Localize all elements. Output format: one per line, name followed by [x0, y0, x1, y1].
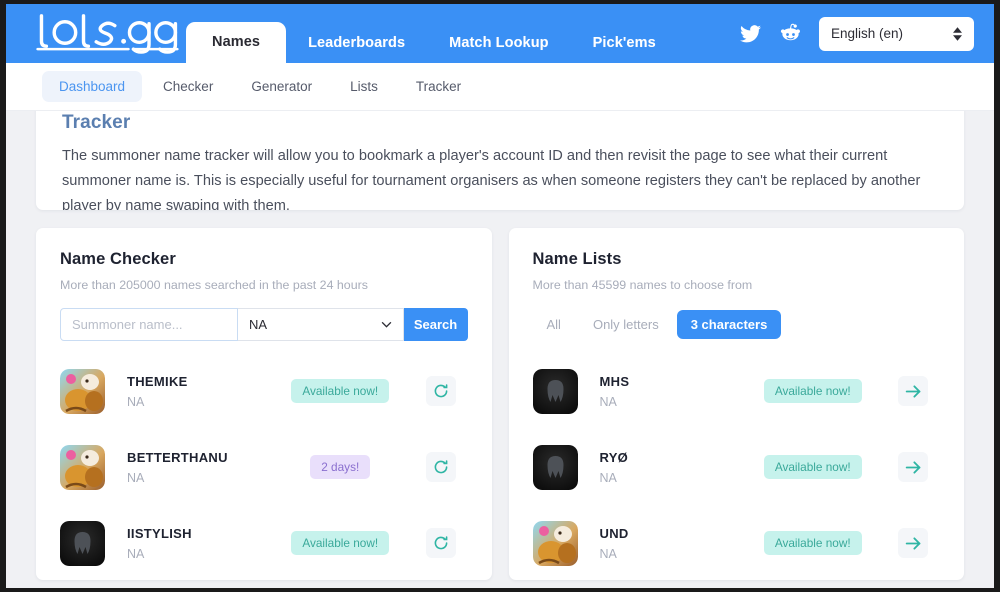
list-item[interactable]: MHS NA Available now!	[532, 353, 941, 429]
name-checker-title: Name Checker	[60, 250, 176, 268]
status-cell: 2 days!	[255, 455, 426, 479]
name-lists-subtitle: More than 45599 names to choose from	[532, 278, 753, 292]
table-row[interactable]: IISTYLISH NA Available now!	[60, 505, 468, 580]
name-checker-rows: THEMIKE NA Available now! BETTERTHANU NA…	[60, 353, 468, 580]
intro-description: The summoner name tracker will allow you…	[62, 148, 921, 210]
name-cell: THEMIKE NA	[127, 374, 255, 409]
region-select-value: NA	[249, 317, 268, 332]
summoner-name: MHS	[599, 373, 630, 389]
status-badge: Available now!	[291, 379, 390, 403]
filter-only-letters[interactable]: Only letters	[579, 310, 673, 339]
stepper-arrows-icon	[953, 26, 962, 41]
subnav-item-lists[interactable]: Lists	[333, 71, 395, 102]
status-badge: Available now!	[291, 531, 390, 555]
filter-all[interactable]: All	[533, 310, 575, 339]
region-label: NA	[127, 546, 145, 561]
language-select[interactable]: English (en)	[819, 16, 974, 51]
status-cell: Available now!	[255, 379, 426, 403]
search-button[interactable]: Search	[403, 308, 468, 341]
region-label: NA	[599, 470, 617, 485]
subnav-item-tracker[interactable]: Tracker	[399, 71, 478, 102]
browser-viewport: Names Leaderboards Match Lookup Pick'ems	[6, 4, 994, 588]
arrow-right-icon[interactable]	[898, 376, 928, 406]
site-logo[interactable]	[32, 11, 180, 55]
helmet-thumb-icon	[532, 444, 578, 490]
summoner-name: BETTERTHANU	[127, 449, 228, 465]
region-label: NA	[127, 394, 145, 409]
poro-thumb-icon	[60, 444, 105, 490]
name-lists-title: Name Lists	[532, 250, 622, 268]
name-checker-search-row: NA Search	[60, 308, 468, 341]
twitter-icon[interactable]	[739, 23, 761, 45]
tab-match-lookup[interactable]: Match Lookup	[427, 23, 570, 63]
subnav-item-dashboard[interactable]: Dashboard	[42, 71, 143, 102]
refresh-icon[interactable]	[425, 528, 456, 558]
summoner-name: THEMIKE	[127, 373, 188, 389]
reddit-icon[interactable]	[779, 23, 801, 45]
list-item[interactable]: UND NA Available now!	[532, 505, 941, 580]
status-cell: Available now!	[728, 455, 899, 479]
chevron-down-icon	[381, 321, 391, 328]
region-select[interactable]: NA	[238, 308, 404, 341]
tracker-intro-card: Tracker The summoner name tracker will a…	[36, 111, 964, 210]
filter-3-characters[interactable]: 3 characters	[676, 310, 782, 339]
poro-thumb-icon	[60, 368, 105, 414]
status-cell: Available now!	[728, 531, 899, 555]
region-label: NA	[599, 546, 617, 561]
name-cell: MHS NA	[600, 374, 728, 409]
status-badge: Available now!	[763, 379, 862, 403]
name-checker-subtitle: More than 205000 names searched in the p…	[60, 278, 368, 292]
page-title: Tracker	[62, 112, 131, 133]
name-cell: RYØ NA	[600, 450, 728, 485]
table-row[interactable]: BETTERTHANU NA 2 days!	[60, 429, 468, 505]
region-label: NA	[599, 394, 617, 409]
top-bar-right: English (en)	[739, 4, 974, 63]
status-badge: Available now!	[763, 455, 862, 479]
summoner-name: UND	[599, 525, 629, 541]
helmet-thumb-icon	[532, 368, 578, 414]
status-cell: Available now!	[255, 531, 426, 555]
table-row[interactable]: THEMIKE NA Available now!	[60, 353, 468, 429]
tab-names[interactable]: Names	[186, 22, 287, 63]
subnav-item-generator[interactable]: Generator	[234, 71, 329, 102]
arrow-right-icon[interactable]	[898, 452, 928, 482]
arrow-right-icon[interactable]	[898, 528, 928, 558]
name-lists-card: Name Lists More than 45599 names to choo…	[508, 228, 964, 580]
name-checker-card: Name Checker More than 205000 names sear…	[36, 228, 492, 580]
status-badge: Available now!	[763, 531, 862, 555]
name-cell: UND NA	[600, 526, 728, 561]
page-content: Tracker The summoner name tracker will a…	[6, 111, 994, 588]
primary-tabs: Names Leaderboards Match Lookup Pick'ems	[186, 4, 678, 63]
secondary-navigation: Dashboard Checker Generator Lists Tracke…	[6, 63, 994, 111]
subnav-item-checker[interactable]: Checker	[146, 71, 230, 102]
list-item[interactable]: RYØ NA Available now!	[532, 429, 941, 505]
tab-leaderboards[interactable]: Leaderboards	[286, 23, 427, 63]
poro-thumb-icon	[532, 520, 578, 566]
tab-pickems[interactable]: Pick'ems	[571, 23, 678, 63]
summoner-name: IISTYLISH	[127, 525, 192, 541]
name-cell: IISTYLISH NA	[127, 526, 255, 561]
top-navigation-bar: Names Leaderboards Match Lookup Pick'ems	[6, 4, 994, 63]
name-lists-filters: All Only letters 3 characters	[533, 308, 941, 341]
name-cell: BETTERTHANU NA	[127, 450, 255, 485]
summoner-name: RYØ	[599, 449, 629, 465]
summoner-name-input[interactable]	[60, 308, 238, 341]
status-badge: 2 days!	[310, 455, 371, 479]
name-lists-rows: MHS NA Available now! RYØ NA Available n…	[532, 353, 941, 580]
status-cell: Available now!	[728, 379, 899, 403]
refresh-icon[interactable]	[425, 452, 456, 482]
helmet-thumb-icon	[60, 520, 105, 566]
language-select-value: English (en)	[831, 26, 904, 41]
refresh-icon[interactable]	[425, 376, 456, 406]
region-label: NA	[127, 470, 145, 485]
